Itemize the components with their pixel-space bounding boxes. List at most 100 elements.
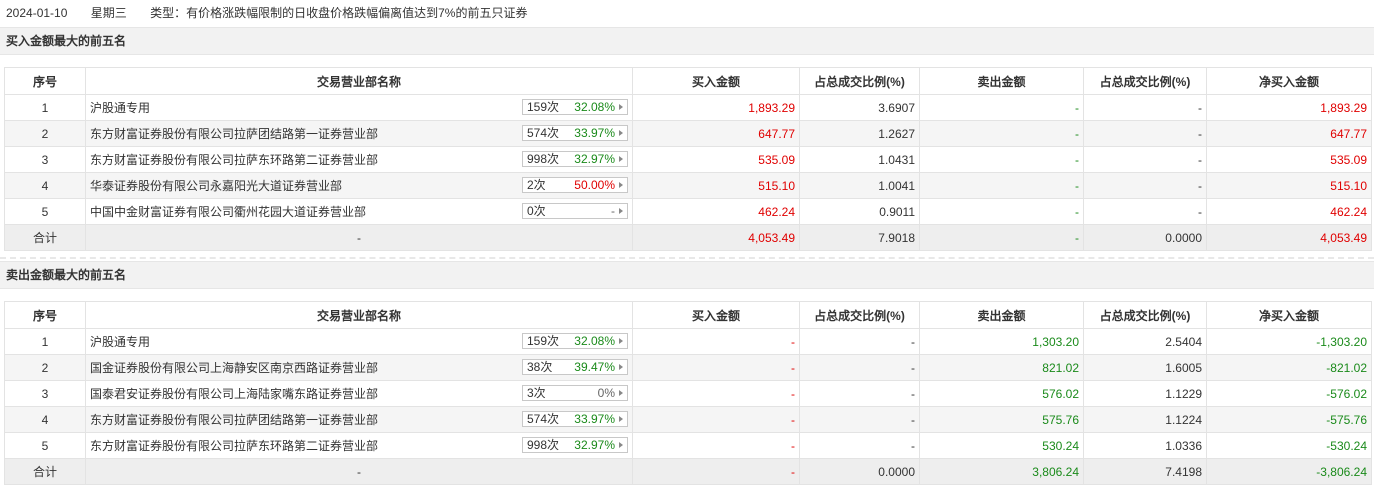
sell-ratio: - (1083, 120, 1207, 147)
net-buy-amount: -1,303.20 (1206, 328, 1372, 355)
buy-amount: - (632, 328, 800, 355)
sell-amount: - (919, 146, 1084, 173)
sell-ratio: - (1083, 146, 1207, 173)
sell-amount: 821.02 (919, 354, 1084, 381)
buy-ratio: - (799, 380, 920, 407)
total-row: 合计 - -0.0000 3,806.24 7.4198 -3,806.24 (4, 458, 1372, 485)
sell-ratio: 1.1224 (1083, 406, 1207, 433)
caret-right-icon (619, 338, 623, 344)
broker-name-link[interactable]: 沪股通专用 (90, 333, 150, 350)
total-net: -3,806.24 (1206, 458, 1372, 485)
caret-right-icon (619, 416, 623, 422)
section-divider (0, 257, 1374, 259)
appearance-count: 998次 (527, 152, 560, 166)
total-row: 合计 -4,053.49 7.9018-0.0000 4,053.49 (4, 224, 1372, 251)
sell-table: 序号 交易营业部名称 买入金额 占总成交比例(%) 卖出金额 占总成交比例(%)… (4, 301, 1372, 485)
caret-right-icon (619, 182, 623, 188)
buy-ratio: 1.2627 (799, 120, 920, 147)
type-text: 类型：有价格涨跌幅限制的日收盘价格跌幅偏离值达到7%的前五只证券 (150, 6, 528, 20)
win-rate: 0% (597, 386, 615, 400)
sell-ratio: 1.6005 (1083, 354, 1207, 381)
total-buy: 4,053.49 (632, 224, 800, 251)
col-header-name: 交易营业部名称 (85, 67, 633, 95)
total-buy: - (632, 458, 800, 485)
broker-name-link[interactable]: 东方财富证券股份有限公司拉萨团结路第一证券营业部 (90, 411, 378, 428)
broker-name-link[interactable]: 国金证券股份有限公司上海静安区南京西路证券营业部 (90, 359, 378, 376)
broker-stats-toggle[interactable]: 0次 - (522, 203, 628, 219)
buy-amount: - (632, 354, 800, 381)
net-buy-amount: 535.09 (1206, 146, 1372, 173)
net-buy-amount: 462.24 (1206, 198, 1372, 225)
weekday-text: 星期三 (90, 6, 127, 20)
col-header-sell: 卖出金额 (919, 67, 1084, 95)
broker-stats-toggle[interactable]: 3次 0% (522, 385, 628, 401)
row-index: 2 (4, 354, 86, 381)
col-header-sell-pct: 占总成交比例(%) (1083, 301, 1207, 329)
broker-name-link[interactable]: 国泰君安证券股份有限公司上海陆家嘴东路证券营业部 (90, 385, 378, 402)
broker-name-link[interactable]: 东方财富证券股份有限公司拉萨团结路第一证券营业部 (90, 125, 378, 142)
col-header-idx: 序号 (4, 301, 86, 329)
table-row: 4 东方财富证券股份有限公司拉萨团结路第一证券营业部 574次 33.97% - -575… (4, 406, 1372, 433)
row-index: 5 (4, 432, 86, 459)
broker-stats-toggle[interactable]: 574次 33.97% (522, 411, 628, 427)
row-index: 5 (4, 198, 86, 225)
broker-stats-toggle[interactable]: 574次 33.97% (522, 125, 628, 141)
buy-amount: 535.09 (632, 146, 800, 173)
col-header-buy: 买入金额 (632, 301, 800, 329)
buy-section-title: 买入金额最大的前五名 (0, 27, 1374, 55)
appearance-count: 38次 (527, 360, 553, 374)
broker-cell: 沪股通专用 159次 32.08% (85, 94, 633, 121)
header-bar: 2024-01-10 星期三 类型：有价格涨跌幅限制的日收盘价格跌幅偏离值达到7… (0, 0, 1374, 26)
sell-table-header: 序号 交易营业部名称 买入金额 占总成交比例(%) 卖出金额 占总成交比例(%)… (4, 301, 1372, 329)
net-buy-amount: -530.24 (1206, 432, 1372, 459)
broker-stats-toggle[interactable]: 159次 32.08% (522, 99, 628, 115)
sell-ratio: - (1083, 94, 1207, 121)
row-index: 4 (4, 172, 86, 199)
appearance-count: 2次 (527, 178, 546, 192)
broker-name-link[interactable]: 东方财富证券股份有限公司拉萨东环路第二证券营业部 (90, 437, 378, 454)
sell-amount: 530.24 (919, 432, 1084, 459)
buy-ratio: - (799, 406, 920, 433)
buy-ratio: 1.0041 (799, 172, 920, 199)
total-sell: 3,806.24 (919, 458, 1084, 485)
broker-stats-toggle[interactable]: 159次 32.08% (522, 333, 628, 349)
buy-amount: 462.24 (632, 198, 800, 225)
total-buy-ratio: 7.9018 (799, 224, 920, 251)
win-rate: 33.97% (574, 412, 615, 426)
total-name: - (85, 458, 633, 485)
row-index: 4 (4, 406, 86, 433)
sell-amount: 576.02 (919, 380, 1084, 407)
total-sell-ratio: 7.4198 (1083, 458, 1207, 485)
sell-amount: 1,303.20 (919, 328, 1084, 355)
table-row: 5 东方财富证券股份有限公司拉萨东环路第二证券营业部 998次 32.97% - -530… (4, 432, 1372, 459)
broker-name-link[interactable]: 沪股通专用 (90, 99, 150, 116)
row-index: 1 (4, 94, 86, 121)
buy-ratio: - (799, 432, 920, 459)
broker-name-link[interactable]: 东方财富证券股份有限公司拉萨东环路第二证券营业部 (90, 151, 378, 168)
table-row: 2 国金证券股份有限公司上海静安区南京西路证券营业部 38次 39.47% - -821.… (4, 354, 1372, 381)
buy-amount: 515.10 (632, 172, 800, 199)
win-rate: 32.97% (574, 438, 615, 452)
total-label: 合计 (4, 224, 86, 251)
caret-right-icon (619, 208, 623, 214)
net-buy-amount: 515.10 (1206, 172, 1372, 199)
win-rate: 32.97% (574, 152, 615, 166)
sell-ratio: 1.0336 (1083, 432, 1207, 459)
win-rate: 33.97% (574, 126, 615, 140)
net-buy-amount: -821.02 (1206, 354, 1372, 381)
appearance-count: 574次 (527, 126, 560, 140)
broker-name-link[interactable]: 中国中金财富证券有限公司衢州花园大道证券营业部 (90, 203, 366, 220)
caret-right-icon (619, 130, 623, 136)
win-rate: 50.00% (574, 178, 615, 192)
broker-stats-toggle[interactable]: 38次 39.47% (522, 359, 628, 375)
broker-stats-toggle[interactable]: 998次 32.97% (522, 151, 628, 167)
row-index: 3 (4, 146, 86, 173)
sell-ratio: - (1083, 198, 1207, 225)
broker-stats-toggle[interactable]: 2次 50.00% (522, 177, 628, 193)
total-sell: - (919, 224, 1084, 251)
broker-stats-toggle[interactable]: 998次 32.97% (522, 437, 628, 453)
date-text: 2024-01-10 (6, 6, 68, 20)
buy-amount: - (632, 406, 800, 433)
broker-name-link[interactable]: 华泰证券股份有限公司永嘉阳光大道证券营业部 (90, 177, 342, 194)
total-sell-ratio: 0.0000 (1083, 224, 1207, 251)
